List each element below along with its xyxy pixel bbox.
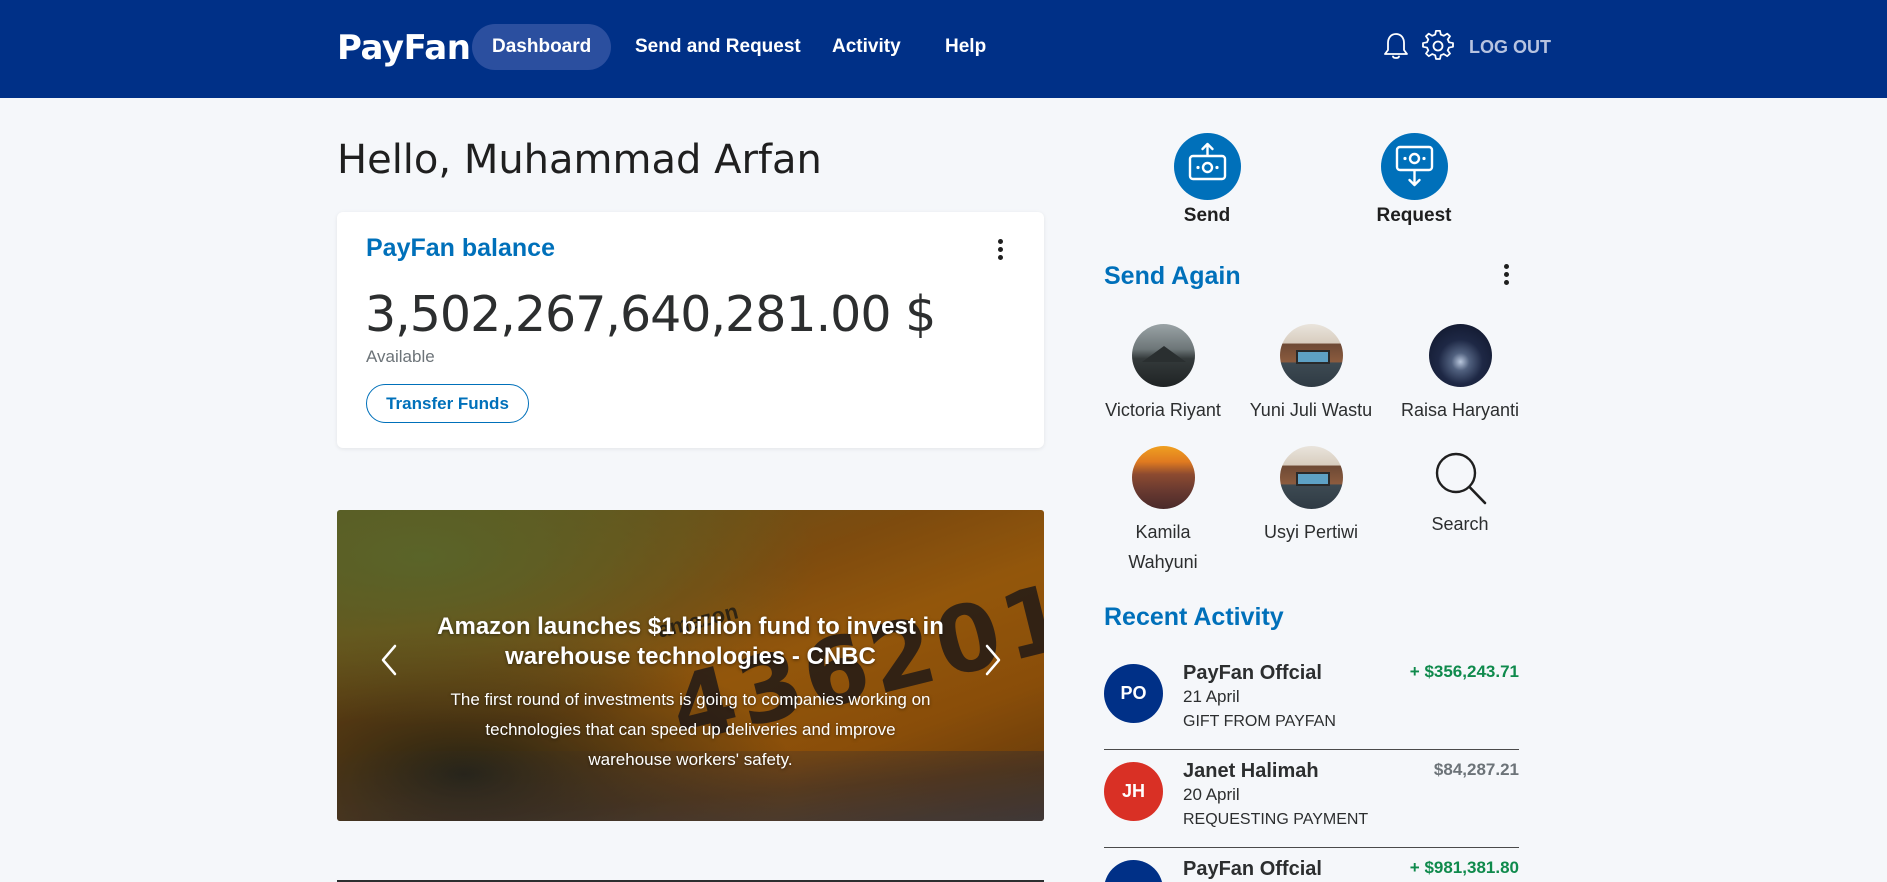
logout-button[interactable]: LOG OUT	[1469, 37, 1551, 58]
avatar	[1428, 324, 1492, 387]
nav-send-and-request[interactable]: Send and Request	[615, 24, 821, 70]
send-action[interactable]: Send	[1152, 133, 1262, 227]
avatar	[1131, 324, 1195, 387]
activity-row[interactable]: PO PayFan Offcial + $981,381.80	[1104, 848, 1519, 882]
avatar: PO	[1104, 664, 1163, 723]
activity-amount: + $356,243.71	[1409, 662, 1519, 681]
brand-logo[interactable]: PayFan	[337, 28, 471, 68]
contact-yuni-juli-wastu[interactable]: Yuni Juli Wastu	[1241, 324, 1381, 425]
carousel-title[interactable]: Amazon launches $1 billion fund to inves…	[427, 612, 954, 672]
activity-description: REQUESTING PAYMENT	[1183, 811, 1369, 828]
send-money-icon[interactable]	[1173, 133, 1241, 200]
balance-status: Available	[366, 347, 435, 366]
request-money-icon[interactable]	[1380, 133, 1448, 200]
balance-options-icon[interactable]	[990, 236, 1010, 266]
activity-row[interactable]: PO PayFan Offcial 21 April GIFT FROM PAY…	[1104, 652, 1519, 750]
contact-kamila-wahyuni[interactable]: Kamila Wahyuni	[1093, 446, 1233, 577]
contact-name: Usyi Pertiwi	[1263, 522, 1358, 542]
balance-card: PayFan balance 3,502,267,640,281.00 $ Av…	[337, 212, 1044, 448]
activity-amount: $84,287.21	[1433, 760, 1519, 779]
carousel-prev-icon[interactable]	[375, 640, 405, 680]
contact-name: Yuni Juli Wastu	[1249, 400, 1373, 420]
activity-name: PayFan Offcial	[1183, 662, 1322, 684]
send-again-options-icon[interactable]	[1496, 261, 1516, 291]
activity-description: GIFT FROM PAYFAN	[1183, 713, 1336, 730]
activity-date: 20 April	[1183, 785, 1240, 804]
recent-activity-title: Recent Activity	[1104, 603, 1284, 631]
send-label: Send	[1183, 205, 1231, 226]
request-label: Request	[1376, 205, 1452, 226]
search-icon[interactable]	[1429, 449, 1492, 509]
activity-name: Janet Halimah	[1183, 760, 1319, 782]
transfer-funds-button[interactable]: Transfer Funds	[366, 384, 529, 423]
top-navigation-bar: PayFan Dashboard Send and Request Activi…	[0, 0, 1887, 98]
avatar	[1279, 446, 1343, 509]
activity-date: 21 April	[1183, 687, 1240, 706]
search-label: Search	[1431, 514, 1489, 534]
nav-help[interactable]: Help	[925, 24, 1006, 70]
request-action[interactable]: Request	[1359, 133, 1469, 227]
nav-dashboard[interactable]: Dashboard	[472, 24, 612, 70]
avatar	[1279, 324, 1343, 387]
news-carousel: amazon 436201 Amazon launches $1 billion…	[337, 510, 1044, 821]
contact-name: Victoria Riyant	[1105, 400, 1221, 420]
avatar: PO	[1104, 860, 1163, 882]
contact-raisa-haryanti[interactable]: Raisa Haryanti	[1390, 324, 1530, 425]
avatar: JH	[1104, 762, 1163, 821]
contact-name: Raisa Haryanti	[1400, 400, 1520, 420]
contact-victoria-riyant[interactable]: Victoria Riyant	[1093, 324, 1233, 425]
balance-amount: 3,502,267,640,281.00 $	[365, 286, 936, 343]
balance-card-title: PayFan balance	[366, 234, 555, 262]
contact-usyi-pertiwi[interactable]: Usyi Pertiwi	[1241, 446, 1381, 547]
send-again-title: Send Again	[1104, 262, 1241, 290]
activity-amount: + $981,381.80	[1409, 858, 1519, 877]
activity-row[interactable]: JH Janet Halimah 20 April REQUESTING PAY…	[1104, 750, 1519, 848]
bell-icon[interactable]	[1380, 30, 1412, 62]
gear-icon[interactable]	[1422, 30, 1454, 62]
carousel-next-icon[interactable]	[977, 640, 1007, 680]
nav-activity[interactable]: Activity	[812, 24, 921, 70]
contact-name: Kamila Wahyuni	[1128, 522, 1198, 572]
greeting-heading: Hello, Muhammad Arfan	[337, 137, 822, 183]
search-contacts[interactable]: Search	[1390, 449, 1530, 539]
carousel-text: The first round of investments is going …	[450, 690, 931, 769]
activity-name: PayFan Offcial	[1183, 858, 1322, 880]
avatar	[1131, 446, 1195, 509]
